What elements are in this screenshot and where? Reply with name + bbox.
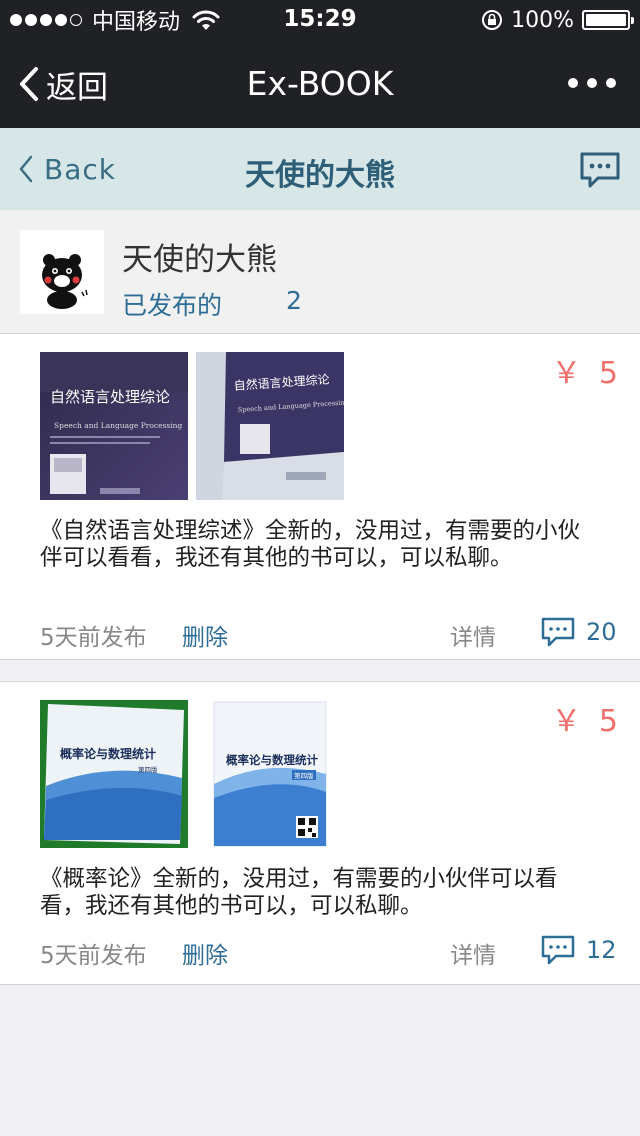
nav-title: Ex-BOOK [246, 64, 394, 103]
post-image[interactable]: 概率论与数理统计 第四版 [40, 700, 188, 848]
price-tag: ￥ 5 [551, 704, 622, 739]
battery-icon [582, 10, 634, 30]
status-bar: 中国移动 15:29 100% [0, 0, 640, 40]
status-right: 100% [481, 0, 634, 40]
post-card[interactable]: 自然语言处理综论 Speech and Language Processing … [0, 334, 640, 660]
cover-subtitle: 第四版 [138, 765, 158, 774]
post-description: 《自然语言处理综述》全新的，没用过，有需要的小伙伴可以看看，我还有其他的书可以，… [40, 518, 581, 571]
cover-subtitle: 第四版 [294, 771, 314, 780]
comment-icon[interactable] [540, 616, 576, 648]
app-header: Back 天使的大熊 [0, 128, 640, 210]
message-icon[interactable] [578, 150, 622, 190]
top-nav-bar: 返回 Ex-BOOK [0, 40, 640, 128]
profile-name: 天使的大熊 [122, 242, 277, 278]
cover-title: 概率论与数理统计 [60, 746, 156, 761]
post-image[interactable]: 概率论与数理统计 第四版 [196, 700, 344, 848]
post-time: 5天前发布 [40, 625, 147, 651]
avatar[interactable] [20, 230, 104, 314]
comment-count: 12 [586, 936, 617, 964]
book-cover-nlp-front: 自然语言处理综论 Speech and Language Processing [40, 352, 188, 500]
post-card[interactable]: 概率论与数理统计 第四版 概率论与数理统计 第四版 ￥ 5 《概率论》全新的，没… [0, 681, 640, 985]
cover-subtitle: Speech and Language Processing [54, 421, 182, 430]
cover-title: 自然语言处理综论 [50, 388, 170, 406]
post-time: 5天前发布 [40, 943, 147, 969]
post-description: 《概率论》全新的，没用过，有需要的小伙伴可以看看，我还有其他的书可以，可以私聊。 [40, 866, 558, 919]
published-label[interactable]: 已发布的 [122, 286, 222, 322]
cover-title: 概率论与数理统计 [226, 753, 318, 767]
book-cover-probability-photo: 概率论与数理统计 第四版 [40, 700, 188, 848]
profile-card: 天使的大熊 已发布的 2 [0, 210, 640, 334]
battery-percent: 100% [511, 7, 574, 33]
comment-icon[interactable] [540, 934, 576, 966]
more-options-icon[interactable] [568, 78, 616, 88]
book-cover-nlp-angle: 自然语言处理综论 Speech and Language Processing [196, 352, 344, 500]
book-cover-probability-front: 概率论与数理统计 第四版 [196, 700, 344, 848]
delete-button[interactable]: 删除 [182, 618, 228, 652]
post-image[interactable]: 自然语言处理综论 Speech and Language Processing [196, 352, 344, 500]
detail-link[interactable]: 详情 [450, 936, 496, 970]
comment-count: 20 [586, 618, 617, 646]
rotation-lock-icon [482, 10, 503, 30]
delete-button[interactable]: 删除 [182, 936, 228, 970]
published-count: 2 [286, 286, 302, 315]
bear-avatar-icon [20, 230, 104, 314]
detail-link[interactable]: 详情 [450, 618, 496, 652]
post-image[interactable]: 自然语言处理综论 Speech and Language Processing [40, 352, 188, 500]
price-tag: ￥ 5 [551, 356, 622, 391]
page-title: 天使的大熊 [245, 158, 395, 193]
